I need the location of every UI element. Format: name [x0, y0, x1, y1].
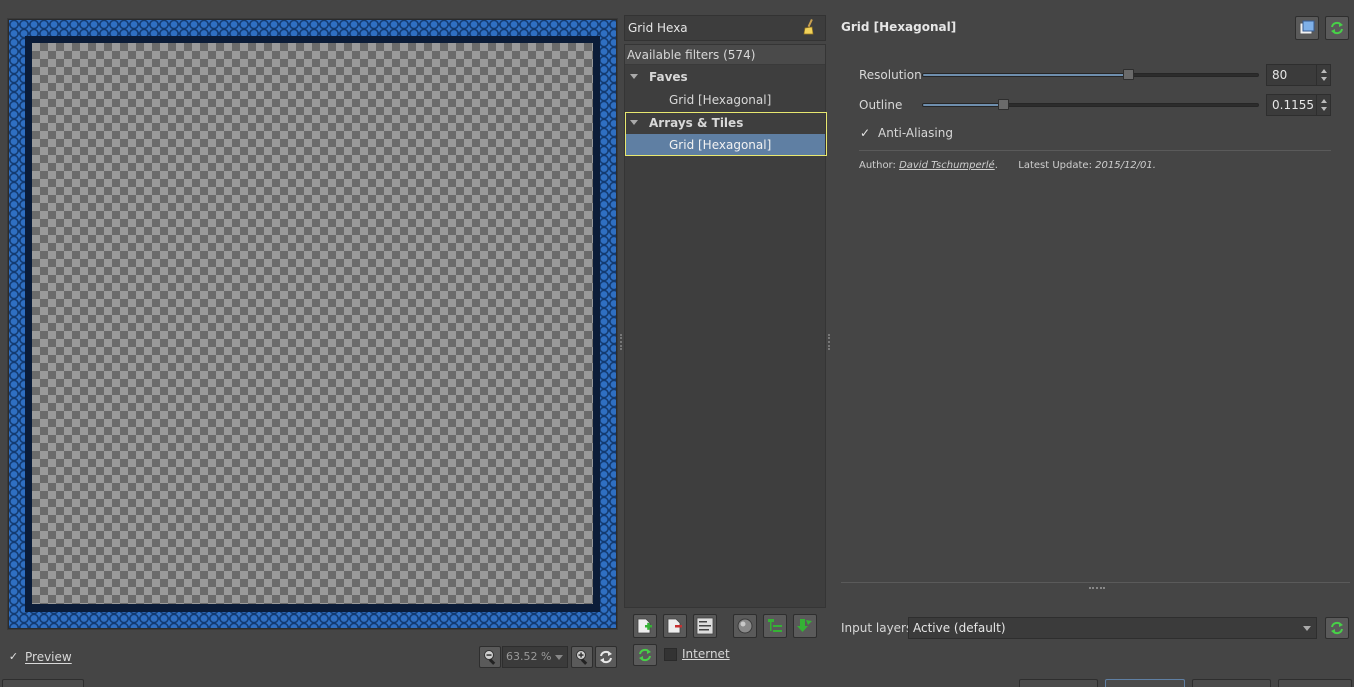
internet-checkbox[interactable] — [664, 648, 677, 661]
refresh-icon — [639, 648, 651, 662]
refresh-icon — [600, 650, 612, 664]
filter-author-line: Author: David Tschumperlé. Latest Update… — [859, 160, 1156, 171]
spin-up-icon — [1321, 69, 1327, 73]
antialiasing-label: Anti-Aliasing — [878, 126, 953, 140]
internet-label: Internet — [682, 647, 730, 661]
preview-refresh-button[interactable] — [595, 646, 617, 668]
tree-item-label: Grid [Hexagonal] — [669, 93, 772, 107]
add-fave-button[interactable] — [633, 614, 657, 638]
bottom-button-2[interactable] — [1105, 679, 1185, 687]
preview-checkbox[interactable]: ✓ — [7, 651, 20, 664]
tree-folder-label: Faves — [649, 70, 688, 84]
antialiasing-checkbox[interactable]: ✓ — [860, 127, 873, 140]
input-layers-value: Active (default) — [913, 621, 1006, 635]
remove-fave-icon — [667, 618, 682, 634]
input-layers-select[interactable]: Active (default) — [908, 617, 1317, 639]
tree-icon — [768, 619, 782, 632]
tree-folder-label: Arrays & Tiles — [649, 116, 744, 130]
filter-search-input[interactable]: Grid Hexa — [624, 15, 826, 41]
spin-down-icon — [1321, 107, 1327, 111]
tree-folder-faves[interactable]: Faves — [625, 66, 825, 88]
resolution-slider-fill — [923, 74, 1127, 76]
spin-down-icon — [1321, 77, 1327, 81]
visibility-icon — [737, 618, 753, 634]
bottom-left-button[interactable] — [2, 679, 84, 687]
rename-fave-button[interactable] — [693, 614, 717, 638]
outline-spin-arrows[interactable] — [1316, 94, 1330, 116]
tree-item-label: Grid [Hexagonal] — [669, 138, 772, 152]
outline-value: 0.1155 — [1272, 98, 1314, 112]
input-layers-label: Input layers — [841, 621, 913, 635]
update-value: 2015/12/01. — [1095, 160, 1156, 171]
resolution-value: 80 — [1272, 68, 1288, 82]
zoom-level-value: 63.52 % — [506, 650, 552, 663]
refresh-icon — [1331, 21, 1343, 35]
window-icon — [1299, 20, 1315, 35]
refresh-input-layers-button[interactable] — [1325, 617, 1349, 639]
expand-arrow-icon — [630, 120, 638, 125]
spin-up-icon — [1321, 99, 1327, 103]
zoom-level-field[interactable]: 63.52 % — [502, 646, 568, 668]
resolution-label: Resolution — [859, 68, 922, 82]
download-filters-button[interactable] — [793, 614, 817, 638]
bottom-button-1[interactable] — [1019, 679, 1098, 687]
tree-item-grid-hexagonal-faves[interactable]: Grid [Hexagonal] — [625, 89, 825, 111]
outline-slider-handle[interactable] — [998, 99, 1009, 110]
filter-title: Grid [Hexagonal] — [841, 20, 957, 34]
settings-divider — [859, 150, 1331, 151]
settings-splitter-line — [841, 582, 1350, 583]
resolution-spinbox[interactable]: 80 — [1266, 64, 1331, 86]
refresh-icon — [1331, 621, 1343, 635]
expand-tree-button[interactable] — [763, 614, 787, 638]
resolution-slider-handle[interactable] — [1123, 69, 1134, 80]
toggle-visibility-button[interactable] — [733, 614, 757, 638]
outline-spinbox[interactable]: 0.1155 — [1266, 94, 1331, 116]
rename-fave-icon — [696, 617, 714, 635]
preview-checkmark: ✓ — [8, 650, 19, 663]
author-suffix: . — [994, 160, 998, 171]
splitter-handle-right[interactable] — [828, 334, 830, 350]
internet-label-text: Internet — [682, 647, 730, 661]
bottom-button-3[interactable] — [1192, 679, 1271, 687]
reset-params-button[interactable] — [1325, 16, 1349, 40]
filter-search-value: Grid Hexa — [628, 21, 688, 35]
splitter-handle-horizontal[interactable] — [1089, 587, 1105, 589]
filter-tree-header: Available filters (574) — [625, 45, 825, 65]
antialiasing-checkmark: ✓ — [860, 126, 871, 140]
splitter-handle-left[interactable] — [620, 334, 622, 350]
bottom-button-4[interactable] — [1278, 679, 1352, 687]
resolution-spin-arrows[interactable] — [1316, 64, 1330, 86]
preview-label: Preview — [25, 650, 72, 664]
resolution-slider-track[interactable] — [922, 73, 1259, 77]
tree-item-grid-hexagonal-selected[interactable]: Grid [Hexagonal] — [626, 134, 825, 155]
outline-label: Outline — [859, 98, 903, 112]
update-label: Latest Update: — [1018, 160, 1092, 171]
download-icon — [797, 619, 812, 632]
broom-icon — [803, 19, 814, 35]
author-link[interactable]: David Tschumperlé — [899, 160, 995, 171]
author-label: Author: — [859, 160, 896, 171]
tree-folder-arrays-tiles[interactable]: Arrays & Tiles — [626, 112, 825, 134]
remove-fave-button[interactable] — [663, 614, 687, 638]
zoom-in-icon — [576, 650, 588, 665]
add-fave-icon — [637, 618, 652, 634]
outline-slider-fill — [923, 104, 1003, 106]
clear-search-button[interactable] — [801, 18, 819, 36]
refresh-filters-button[interactable] — [633, 644, 657, 666]
preview-transparency-checker — [32, 43, 593, 604]
fullscreen-button[interactable] — [1295, 16, 1319, 40]
expand-arrow-icon — [630, 74, 638, 79]
zoom-in-button[interactable] — [571, 646, 593, 668]
outline-slider-track[interactable] — [922, 103, 1259, 107]
zoom-dropdown-arrow — [555, 655, 563, 660]
zoom-out-icon — [484, 650, 496, 665]
zoom-out-button[interactable] — [479, 646, 501, 668]
chevron-down-icon — [1303, 626, 1311, 631]
